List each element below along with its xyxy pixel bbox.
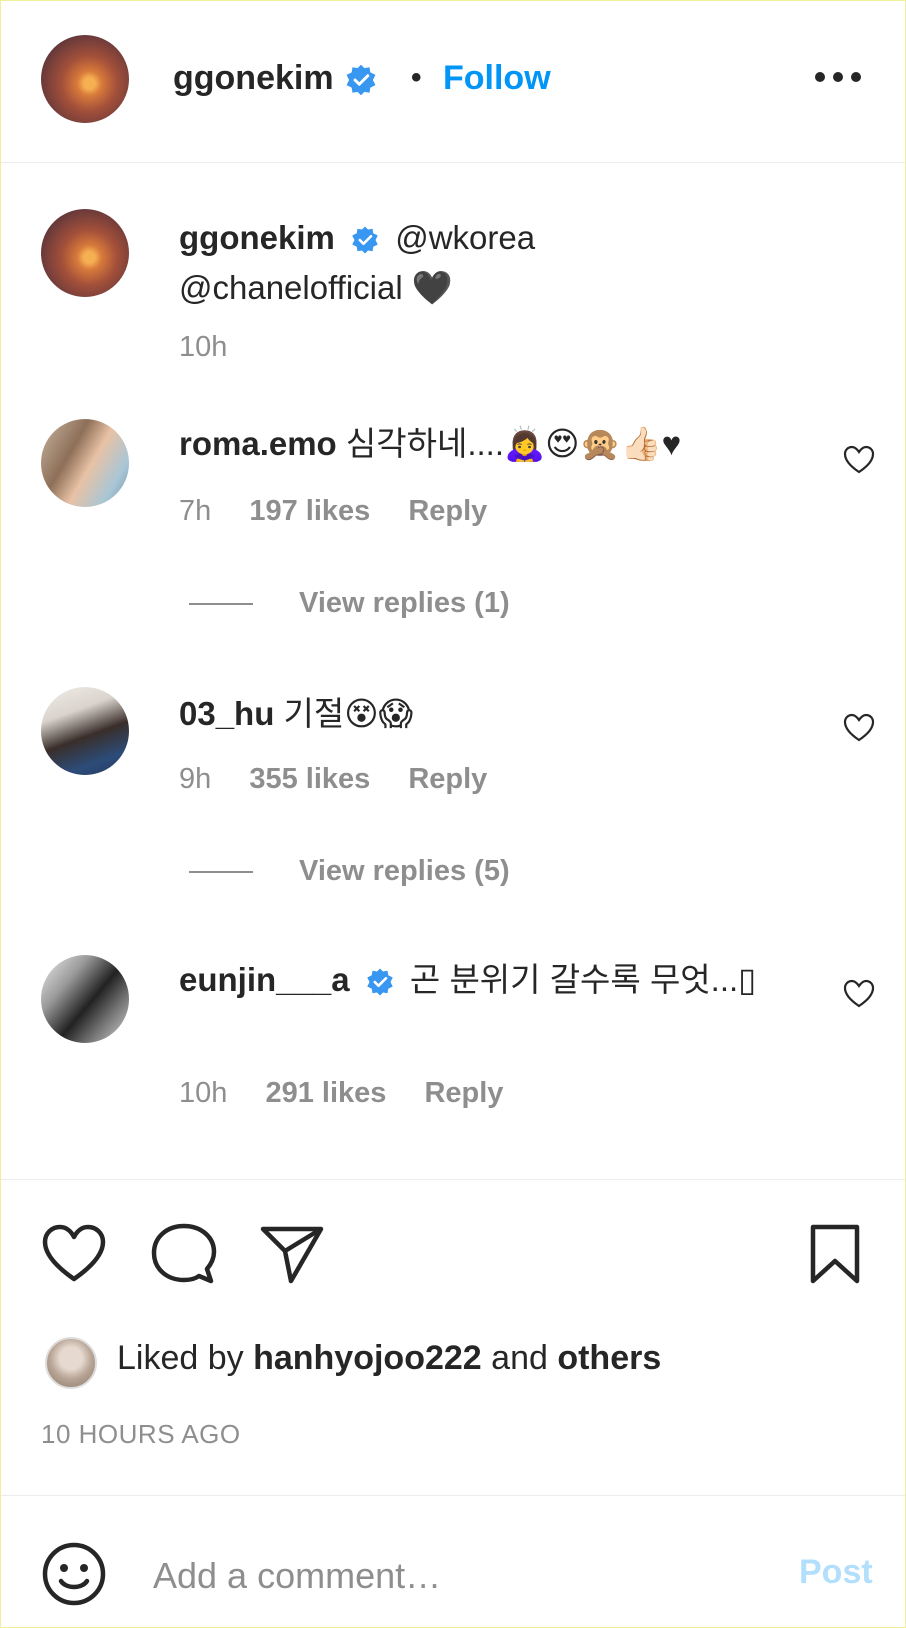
author-avatar[interactable] <box>41 35 129 123</box>
mention-wkorea[interactable]: @wkorea <box>395 219 535 256</box>
comment-body: 기절😵😱 <box>283 695 414 732</box>
share-icon[interactable] <box>259 1223 325 1285</box>
comment-time: 10h <box>179 1077 228 1109</box>
comment-meta: 7h 197 likes Reply <box>179 495 517 528</box>
view-replies-button[interactable]: View replies (1) <box>189 587 510 620</box>
commenter-avatar[interactable] <box>41 419 129 507</box>
comment-body: 심각하네....🙇‍♀️😍🙊👍🏻♥ <box>345 425 682 462</box>
reply-button[interactable]: Reply <box>408 763 487 795</box>
commenter-avatar[interactable] <box>41 687 129 775</box>
comment-text: 03_hu 기절😵😱 <box>179 689 759 739</box>
comment-time: 9h <box>179 763 212 795</box>
mention-chanelofficial[interactable]: @chanelofficial 🖤 <box>179 269 453 306</box>
comment-username[interactable]: 03_hu <box>179 695 274 732</box>
comment-time: 7h <box>179 495 212 527</box>
comment-username[interactable]: eunjin___a <box>179 961 350 998</box>
comment-likes[interactable]: 355 likes <box>249 763 370 795</box>
commenter-avatar[interactable] <box>41 955 129 1043</box>
smile-icon[interactable] <box>41 1541 107 1607</box>
instagram-post-panel: ggonekim • Follow ggonekim @wkorea @chan… <box>0 0 906 1628</box>
comment-icon[interactable] <box>151 1223 217 1285</box>
reply-button[interactable]: Reply <box>408 495 487 527</box>
view-replies-line <box>189 603 253 606</box>
comment-like-heart-icon[interactable] <box>843 979 875 1009</box>
comment-meta: 10h 291 likes Reply <box>179 1077 533 1110</box>
comment-like-heart-icon[interactable] <box>843 445 875 475</box>
comment-text: roma.emo 심각하네....🙇‍♀️😍🙊👍🏻♥ <box>179 419 759 469</box>
verified-badge-icon <box>346 64 376 96</box>
bookmark-icon[interactable] <box>807 1223 863 1285</box>
caption-text: ggonekim @wkorea @chanelofficial 🖤 <box>179 213 699 313</box>
post-button[interactable]: Post <box>799 1553 873 1592</box>
like-heart-icon[interactable] <box>41 1223 107 1285</box>
view-replies-line <box>189 871 253 874</box>
post-timestamp: 10 HOURS AGO <box>41 1419 241 1449</box>
separator-dot: • <box>411 61 422 94</box>
liked-by-text: Liked by hanhyojoo222 and others <box>117 1339 661 1378</box>
comment-meta: 9h 355 likes Reply <box>179 763 517 796</box>
comment-body: 곤 분위기 갈수록 무엇...▯ <box>409 961 757 998</box>
follow-button[interactable]: Follow <box>443 59 551 98</box>
author-username-row: ggonekim <box>173 59 378 98</box>
comment-input[interactable] <box>151 1549 755 1603</box>
caption-time: 10h <box>179 331 228 363</box>
caption-author-avatar[interactable] <box>41 209 129 297</box>
liker-avatar[interactable] <box>45 1337 97 1389</box>
post-header: ggonekim • Follow <box>1 1 905 163</box>
liked-by-conjunction: and <box>491 1339 548 1377</box>
view-replies-label: View replies (5) <box>299 855 510 887</box>
comment-username[interactable]: roma.emo <box>179 425 337 462</box>
view-replies-label: View replies (1) <box>299 587 510 619</box>
more-options-icon[interactable] <box>813 63 863 91</box>
reply-button[interactable]: Reply <box>424 1077 503 1109</box>
liked-by-prefix: Liked by <box>117 1339 244 1377</box>
comment-likes[interactable]: 197 likes <box>249 495 370 527</box>
author-username[interactable]: ggonekim <box>173 59 334 97</box>
comment-like-heart-icon[interactable] <box>843 713 875 743</box>
caption-username[interactable]: ggonekim <box>179 219 335 256</box>
comment-likes[interactable]: 291 likes <box>265 1077 386 1109</box>
verified-badge-icon <box>352 226 378 254</box>
liked-by-user[interactable]: hanhyojoo222 <box>253 1339 482 1377</box>
liked-by-others[interactable]: others <box>557 1339 661 1377</box>
verified-badge-icon <box>367 968 393 996</box>
comment-text: eunjin___a 곤 분위기 갈수록 무엇...▯ <box>179 955 759 1005</box>
view-replies-button[interactable]: View replies (5) <box>189 855 510 888</box>
